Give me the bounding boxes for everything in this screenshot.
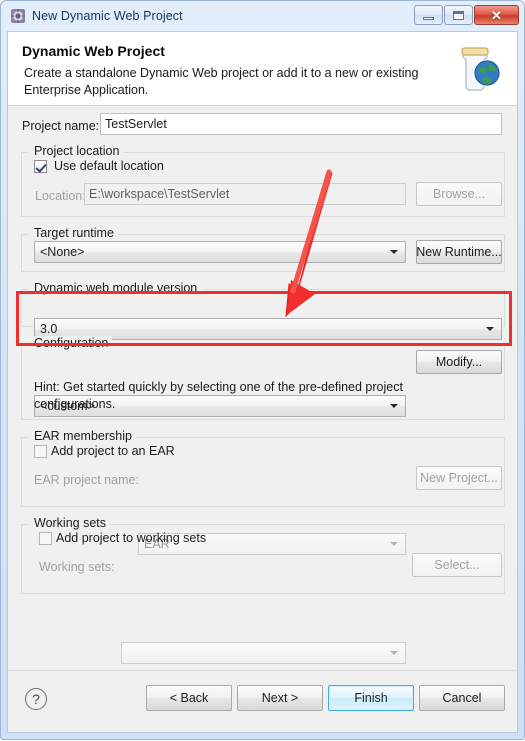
title-bar[interactable]: New Dynamic Web Project ✕ xyxy=(1,1,524,31)
checkbox-icon xyxy=(39,531,52,545)
window-title: New Dynamic Web Project xyxy=(32,9,183,23)
help-icon[interactable]: ? xyxy=(25,688,47,710)
modify-button[interactable]: Modify... xyxy=(416,350,502,374)
location-input[interactable]: E:\workspace\TestServlet xyxy=(84,183,406,205)
configuration-group-title: Configuration xyxy=(30,336,113,350)
target-runtime-combo[interactable]: <None> xyxy=(34,241,406,263)
back-button[interactable]: < Back xyxy=(146,685,232,711)
checkbox-icon xyxy=(34,159,47,173)
close-icon: ✕ xyxy=(491,7,502,23)
dialog-window: New Dynamic Web Project ✕ Dynamic Web Pr… xyxy=(0,0,525,740)
ear-membership-group-title: EAR membership xyxy=(30,429,136,443)
maximize-button[interactable] xyxy=(444,5,473,25)
use-default-location-label: Use default location xyxy=(54,159,164,173)
working-sets-label: Working sets: xyxy=(39,560,115,574)
configuration-hint: Hint: Get started quickly by selecting o… xyxy=(34,380,403,411)
dialog-footer: ? < Back Next > Finish Cancel xyxy=(8,670,517,732)
checkbox-icon xyxy=(34,444,47,458)
project-name-value: TestServlet xyxy=(105,116,167,131)
project-name-label: Project name: xyxy=(22,119,100,133)
chevron-down-icon xyxy=(390,250,398,254)
add-project-to-ear-label: Add project to an EAR xyxy=(51,444,175,458)
select-button[interactable]: Select... xyxy=(412,553,502,577)
working-sets-combo[interactable] xyxy=(121,642,406,664)
new-project-button[interactable]: New Project... xyxy=(416,466,502,490)
maximize-icon xyxy=(453,10,464,20)
next-button[interactable]: Next > xyxy=(237,685,323,711)
project-name-input[interactable]: TestServlet xyxy=(100,113,502,135)
dialog-body: Dynamic Web Project Create a standalone … xyxy=(7,31,518,733)
target-runtime-group-title: Target runtime xyxy=(30,226,118,240)
minimize-button[interactable] xyxy=(414,5,443,25)
location-label: Location: xyxy=(35,189,86,203)
add-project-to-ear-checkbox[interactable]: Add project to an EAR xyxy=(34,444,175,458)
location-value: E:\workspace\TestServlet xyxy=(89,186,230,201)
web-project-jar-globe-icon xyxy=(447,36,509,98)
target-runtime-value: <None> xyxy=(40,245,85,259)
dynamic-web-module-version-value: 3.0 xyxy=(40,322,58,336)
dynamic-web-module-version-group-title: Dynamic web module version xyxy=(30,281,202,295)
eclipse-project-icon xyxy=(10,8,26,24)
project-location-group-title: Project location xyxy=(30,144,124,158)
ear-project-name-label: EAR project name: xyxy=(34,473,139,487)
finish-button[interactable]: Finish xyxy=(328,685,414,711)
window-controls: ✕ xyxy=(414,5,519,25)
dialog-header: Dynamic Web Project Create a standalone … xyxy=(8,32,517,106)
cancel-button[interactable]: Cancel xyxy=(419,685,505,711)
add-project-to-working-sets-label: Add project to working sets xyxy=(56,531,207,545)
working-sets-group-title: Working sets xyxy=(30,516,111,530)
dialog-content: Project name: TestServlet Project locati… xyxy=(8,107,517,670)
chevron-down-icon xyxy=(486,327,494,331)
new-runtime-button[interactable]: New Runtime... xyxy=(416,240,502,264)
page-title: Dynamic Web Project xyxy=(22,43,165,59)
page-description: Create a standalone Dynamic Web project … xyxy=(24,66,419,97)
add-project-to-working-sets-checkbox[interactable]: Add project to working sets xyxy=(39,531,206,545)
chevron-down-icon xyxy=(390,651,398,655)
browse-button[interactable]: Browse... xyxy=(416,182,502,206)
footer-buttons: < Back Next > Finish Cancel xyxy=(146,685,505,711)
use-default-location-checkbox[interactable]: Use default location xyxy=(34,159,164,173)
minimize-icon xyxy=(423,16,434,20)
close-button[interactable]: ✕ xyxy=(474,5,519,25)
